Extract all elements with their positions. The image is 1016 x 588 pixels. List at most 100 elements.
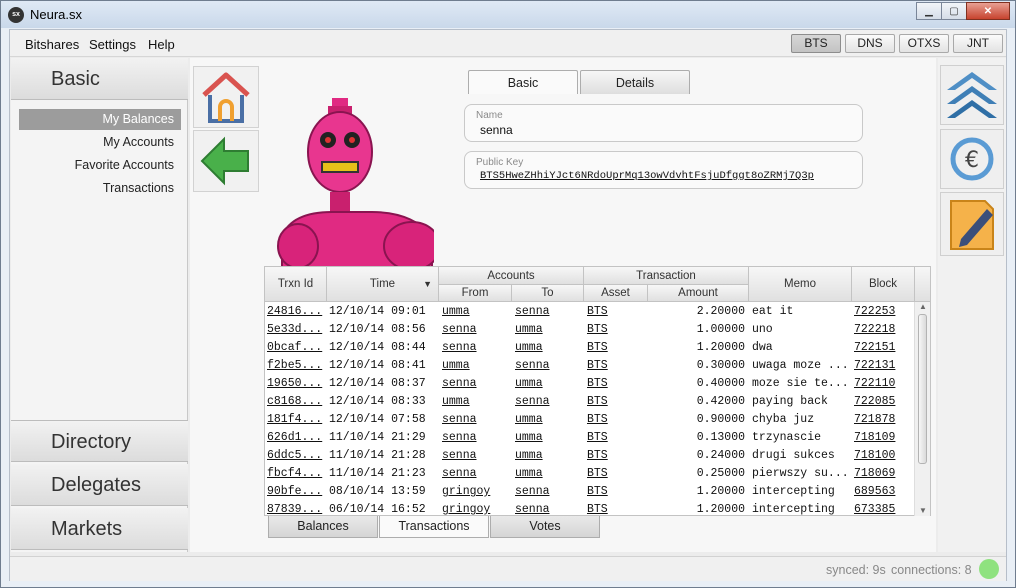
cell-to[interactable]: umma (515, 377, 581, 390)
col-block[interactable]: Block (852, 267, 915, 302)
cell-from[interactable]: senna (442, 449, 510, 462)
cell-id[interactable]: 24816... (267, 305, 323, 318)
cell-from[interactable]: umma (442, 359, 510, 372)
cell-to[interactable]: umma (515, 323, 581, 336)
cell-id[interactable]: c8168... (267, 395, 323, 408)
cell-id[interactable]: 6ddc5... (267, 449, 323, 462)
cell-asset[interactable]: BTS (587, 341, 645, 354)
cell-from[interactable]: senna (442, 341, 510, 354)
sidebar-section-basic[interactable]: Basic (11, 58, 188, 100)
cell-id[interactable]: 0bcaf... (267, 341, 323, 354)
cell-block[interactable]: 722253 (854, 305, 912, 318)
public-key-value[interactable]: BTS5HweZHhiYJct6NRdoUprMq13owVdvhtFsjuDf… (480, 170, 814, 182)
cell-to[interactable]: umma (515, 467, 581, 480)
cell-asset[interactable]: BTS (587, 485, 645, 498)
collapse-up-button[interactable] (940, 65, 1004, 125)
sidebar-section-markets[interactable]: Markets (11, 508, 188, 550)
cell-block[interactable]: 721878 (854, 413, 912, 426)
sidebar-section-delegates[interactable]: Delegates (11, 464, 188, 506)
title-bar[interactable]: sx Neura.sx ▁ ▢ ✕ (1, 1, 1015, 28)
cell-to[interactable]: umma (515, 431, 581, 444)
cell-id[interactable]: f2be5... (267, 359, 323, 372)
table-row[interactable]: f2be5... 12/10/14 08:41 umma senna BTS 0.3000… (265, 357, 915, 375)
cell-asset[interactable]: BTS (587, 323, 645, 336)
table-row[interactable]: 5e33d... 12/10/14 08:56 senna umma BTS 1.0000… (265, 321, 915, 339)
minimize-button[interactable]: ▁ (916, 2, 942, 20)
cell-to[interactable]: umma (515, 341, 581, 354)
cell-to[interactable]: senna (515, 503, 581, 515)
cell-asset[interactable]: BTS (587, 377, 645, 390)
cell-block[interactable]: 718109 (854, 431, 912, 444)
back-button[interactable] (193, 130, 259, 192)
menu-help[interactable]: Help (148, 37, 175, 52)
cell-asset[interactable]: BTS (587, 395, 645, 408)
sidebar-item-favorite-accounts[interactable]: Favorite Accounts (19, 155, 181, 176)
maximize-button[interactable]: ▢ (941, 2, 967, 20)
scrollbar-thumb[interactable] (918, 314, 927, 464)
cell-block[interactable]: 673385 (854, 503, 912, 515)
cell-asset[interactable]: BTS (587, 503, 645, 515)
tab-transactions[interactable]: Transactions (379, 516, 489, 538)
cell-block[interactable]: 718100 (854, 449, 912, 462)
home-button[interactable] (193, 66, 259, 128)
cell-to[interactable]: senna (515, 395, 581, 408)
cell-from[interactable]: senna (442, 323, 510, 336)
cell-asset[interactable]: BTS (587, 467, 645, 480)
menu-settings[interactable]: Settings (89, 37, 136, 52)
currency-tab-bts[interactable]: BTS (791, 34, 841, 53)
cell-block[interactable]: 689563 (854, 485, 912, 498)
table-row[interactable]: 6ddc5... 11/10/14 21:28 senna umma BTS 0.2400… (265, 447, 915, 465)
cell-asset[interactable]: BTS (587, 431, 645, 444)
currency-tab-dns[interactable]: DNS (845, 34, 895, 53)
table-row[interactable]: 0bcaf... 12/10/14 08:44 senna umma BTS 1.2000… (265, 339, 915, 357)
cell-id[interactable]: 19650... (267, 377, 323, 390)
cell-from[interactable]: umma (442, 395, 510, 408)
col-from[interactable]: From (439, 285, 512, 302)
tab-votes[interactable]: Votes (490, 516, 600, 538)
close-button[interactable]: ✕ (966, 2, 1010, 20)
cell-from[interactable]: senna (442, 377, 510, 390)
cell-block[interactable]: 722131 (854, 359, 912, 372)
cell-block[interactable]: 722151 (854, 341, 912, 354)
sidebar-section-directory[interactable]: Directory (11, 420, 188, 462)
cell-to[interactable]: senna (515, 359, 581, 372)
sidebar-item-my-accounts[interactable]: My Accounts (19, 132, 181, 153)
col-amount[interactable]: Amount (648, 285, 749, 302)
cell-asset[interactable]: BTS (587, 305, 645, 318)
cell-from[interactable]: senna (442, 467, 510, 480)
col-asset[interactable]: Asset (584, 285, 648, 302)
cell-to[interactable]: umma (515, 413, 581, 426)
cell-block[interactable]: 718069 (854, 467, 912, 480)
col-to[interactable]: To (512, 285, 584, 302)
table-row[interactable]: 90bfe... 08/10/14 13:59 gringoy senna BTS 1.2… (265, 483, 915, 501)
cell-id[interactable]: 181f4... (267, 413, 323, 426)
cell-to[interactable]: senna (515, 305, 581, 318)
tab-basic[interactable]: Basic (468, 70, 578, 94)
scroll-up-icon[interactable]: ▲ (919, 302, 927, 311)
scroll-down-icon[interactable]: ▼ (919, 506, 927, 515)
sidebar-item-my-balances[interactable]: My Balances (19, 109, 181, 130)
table-row[interactable]: 19650... 12/10/14 08:37 senna umma BTS 0.4000… (265, 375, 915, 393)
table-row[interactable]: 626d1... 11/10/14 21:29 senna umma BTS 0.1300… (265, 429, 915, 447)
cell-from[interactable]: umma (442, 305, 510, 318)
cell-from[interactable]: senna (442, 413, 510, 426)
table-row[interactable]: 181f4... 12/10/14 07:58 senna umma BTS 0.9000… (265, 411, 915, 429)
cell-to[interactable]: senna (515, 485, 581, 498)
table-scrollbar[interactable]: ▲ ▼ (914, 302, 930, 516)
cell-from[interactable]: senna (442, 431, 510, 444)
cell-block[interactable]: 722085 (854, 395, 912, 408)
menu-bitshares[interactable]: Bitshares (25, 37, 79, 52)
edit-button[interactable] (940, 192, 1004, 256)
tab-details[interactable]: Details (580, 70, 690, 94)
cell-asset[interactable]: BTS (587, 449, 645, 462)
currency-tab-otxs[interactable]: OTXS (899, 34, 949, 53)
cell-asset[interactable]: BTS (587, 413, 645, 426)
col-trxn-id[interactable]: Trxn Id (265, 267, 327, 302)
table-row[interactable]: c8168... 12/10/14 08:33 umma senna BTS 0.4200… (265, 393, 915, 411)
cell-from[interactable]: gringoy (442, 503, 510, 515)
currency-tab-jnt[interactable]: JNT (953, 34, 1003, 53)
cell-from[interactable]: gringoy (442, 485, 510, 498)
col-time[interactable]: Time ▼ (327, 267, 439, 302)
cell-block[interactable]: 722110 (854, 377, 912, 390)
cell-block[interactable]: 722218 (854, 323, 912, 336)
